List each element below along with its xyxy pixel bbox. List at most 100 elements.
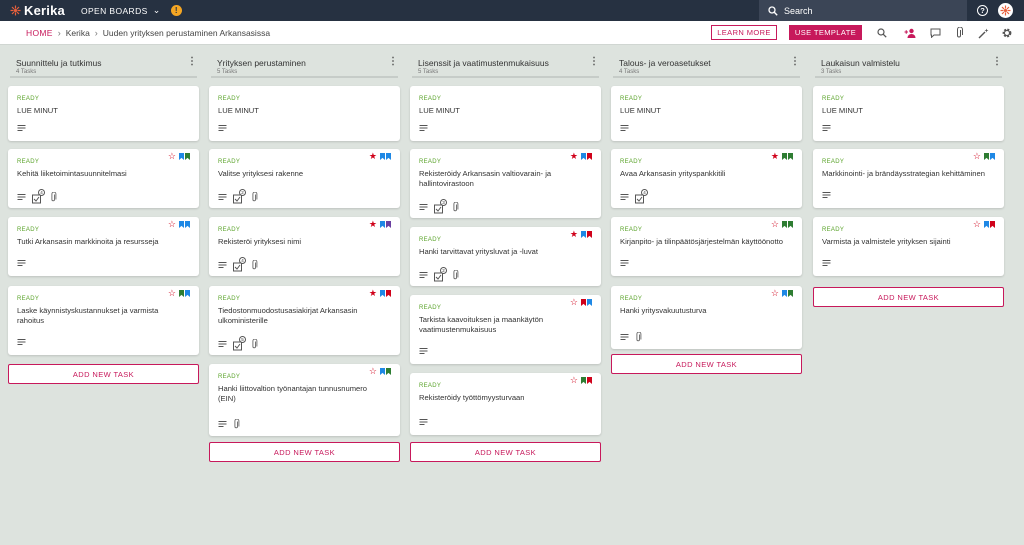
- column-menu-icon[interactable]: ⋮: [388, 57, 398, 67]
- star-outline-icon[interactable]: ☆: [369, 367, 377, 376]
- column-title[interactable]: Lisenssit ja vaatimustenmukaisuus: [418, 58, 549, 68]
- tag-flag-icon: [788, 290, 793, 297]
- help-icon[interactable]: ?: [977, 5, 988, 16]
- task-title: Rekisteröi yrityksesi nimi: [218, 237, 302, 246]
- column-title[interactable]: Suunnittelu ja tutkimus: [16, 58, 102, 68]
- add-new-task-button[interactable]: ADD NEW TASK: [8, 364, 199, 384]
- checklist-count: 3: [440, 199, 447, 206]
- column-task-count: 4 Tasks: [619, 69, 640, 75]
- task-card[interactable]: READY Tarkista kaavoituksen ja maankäytön…: [410, 295, 601, 364]
- attachment-icon: [252, 259, 258, 269]
- star-filled-icon[interactable]: ★: [369, 152, 377, 161]
- tag-flag-icon: [380, 221, 385, 228]
- task-status: READY: [822, 159, 845, 165]
- task-status: READY: [218, 374, 241, 380]
- task-card[interactable]: READY Avaa Arkansasin yrityspankkitili ★ 4: [611, 149, 802, 208]
- column-menu-icon[interactable]: ⋮: [790, 57, 800, 67]
- task-card[interactable]: READY Kirjanpito- ja tilinpäätösjärjestel…: [611, 217, 802, 276]
- column-title[interactable]: Talous- ja veroasetukset: [619, 58, 711, 68]
- use-template-button[interactable]: USE TEMPLATE: [789, 25, 862, 40]
- task-card[interactable]: READY LUE MINUT: [410, 86, 601, 141]
- star-outline-icon[interactable]: ☆: [168, 220, 176, 229]
- star-filled-icon[interactable]: ★: [369, 289, 377, 298]
- column-title[interactable]: Laukaisun valmistelu: [821, 58, 900, 68]
- tag-flag-icon: [581, 377, 586, 384]
- task-status: READY: [822, 96, 845, 102]
- task-card[interactable]: READY Rekisteröidy Arkansasin valtiovarai…: [410, 149, 601, 218]
- task-card[interactable]: READY Hanki liittovaltion työnantajan tun…: [209, 364, 400, 436]
- kerika-logo-icon: [10, 5, 21, 16]
- task-card-icons: [419, 124, 428, 132]
- column-menu-icon[interactable]: ⋮: [187, 57, 197, 67]
- star-outline-icon[interactable]: ☆: [168, 152, 176, 161]
- star-filled-icon[interactable]: ★: [570, 152, 578, 161]
- search-bar[interactable]: Search: [759, 0, 967, 21]
- task-card[interactable]: READY Tiedostonmuodostusasiakirjat Arkans…: [209, 286, 400, 355]
- attachment-icon[interactable]: [953, 27, 965, 39]
- star-outline-icon[interactable]: ☆: [771, 220, 779, 229]
- tag-flag-icon: [386, 221, 391, 228]
- task-card[interactable]: READY LUE MINUT: [209, 86, 400, 141]
- checklist-count: 2: [239, 189, 246, 196]
- task-card[interactable]: READY LUE MINUT: [8, 86, 199, 141]
- task-title: Varmista ja valmistele yrityksen sijaint…: [822, 237, 951, 246]
- task-card[interactable]: READY Valitse yrityksesi rakenne ★ 2: [209, 149, 400, 208]
- star-filled-icon[interactable]: ★: [570, 230, 578, 239]
- avatar[interactable]: [998, 3, 1013, 18]
- star-outline-icon[interactable]: ☆: [771, 289, 779, 298]
- task-card-icons: [419, 418, 428, 426]
- column-menu-icon[interactable]: ⋮: [589, 57, 599, 67]
- task-title: Valitse yrityksesi rakenne: [218, 169, 304, 178]
- star-outline-icon[interactable]: ☆: [973, 152, 981, 161]
- star-outline-icon[interactable]: ☆: [168, 289, 176, 298]
- breadcrumb-home[interactable]: HOME: [26, 28, 53, 38]
- star-outline-icon[interactable]: ☆: [973, 220, 981, 229]
- task-card[interactable]: READY Hanki tarvittavat yritysluvat ja -l…: [410, 227, 601, 286]
- avatar-logo-icon: [1000, 5, 1011, 16]
- task-card[interactable]: READY Kehitä liiketoimintasuunnitelmasi ☆ 4: [8, 149, 199, 208]
- star-filled-icon[interactable]: ★: [369, 220, 377, 229]
- add-new-task-button[interactable]: ADD NEW TASK: [813, 287, 1004, 307]
- description-icon: [419, 124, 428, 132]
- task-tags: ☆: [771, 220, 793, 229]
- add-new-task-button[interactable]: ADD NEW TASK: [410, 442, 601, 462]
- add-new-task-button[interactable]: ADD NEW TASK: [611, 354, 802, 374]
- board-column: Lisenssit ja vaatimustenmukaisuus 5 Tasks…: [410, 46, 601, 545]
- description-icon: [218, 193, 227, 200]
- task-card[interactable]: READY Markkinointi- ja brändäysstrategian…: [813, 149, 1004, 208]
- task-card[interactable]: READY LUE MINUT: [611, 86, 802, 141]
- checklist-count: 2: [440, 267, 447, 274]
- task-card[interactable]: READY Rekisteröi yrityksesi nimi ★ 4: [209, 217, 400, 276]
- notification-icon[interactable]: !: [170, 5, 182, 16]
- task-card[interactable]: READY Varmista ja valmistele yrityksen si…: [813, 217, 1004, 276]
- task-card[interactable]: READY Hanki yritysvakuutusturva ☆: [611, 286, 802, 349]
- task-status: READY: [620, 159, 643, 165]
- task-card[interactable]: READY Laske käynnistyskustannukset ja var…: [8, 286, 199, 355]
- column-title[interactable]: Yrityksen perustaminen: [217, 58, 306, 68]
- search-icon[interactable]: [876, 27, 888, 39]
- task-card-icons: [620, 124, 629, 132]
- learn-more-button[interactable]: LEARN MORE: [711, 25, 777, 40]
- tag-flag-icon: [782, 221, 787, 228]
- add-member-icon[interactable]: [904, 27, 916, 39]
- task-status: READY: [822, 227, 845, 233]
- task-tags: ☆: [369, 367, 391, 376]
- task-card[interactable]: READY LUE MINUT: [813, 86, 1004, 141]
- star-filled-icon[interactable]: ★: [771, 152, 779, 161]
- star-outline-icon[interactable]: ☆: [570, 376, 578, 385]
- tag-flag-icon: [386, 153, 391, 160]
- task-card[interactable]: READY Rekisteröidy työttömyysturvaan ☆: [410, 373, 601, 435]
- gear-icon[interactable]: [1001, 27, 1013, 39]
- chat-icon[interactable]: [929, 27, 941, 39]
- task-card[interactable]: READY Tutki Arkansasin markkinoita ja res…: [8, 217, 199, 276]
- magic-wand-icon[interactable]: [977, 27, 989, 39]
- column-task-count: 3 Tasks: [821, 69, 842, 75]
- column-menu-icon[interactable]: ⋮: [992, 57, 1002, 67]
- breadcrumb-org[interactable]: Kerika: [66, 28, 90, 38]
- star-outline-icon[interactable]: ☆: [570, 298, 578, 307]
- board-column: Talous- ja veroasetukset 4 Tasks ⋮ READY LUE…: [611, 46, 802, 545]
- kerika-logo[interactable]: Kerika: [10, 3, 65, 18]
- attachment-icon: [453, 269, 459, 279]
- add-new-task-button[interactable]: ADD NEW TASK: [209, 442, 400, 462]
- open-boards-menu[interactable]: OPEN BOARDS ⌄: [81, 5, 161, 16]
